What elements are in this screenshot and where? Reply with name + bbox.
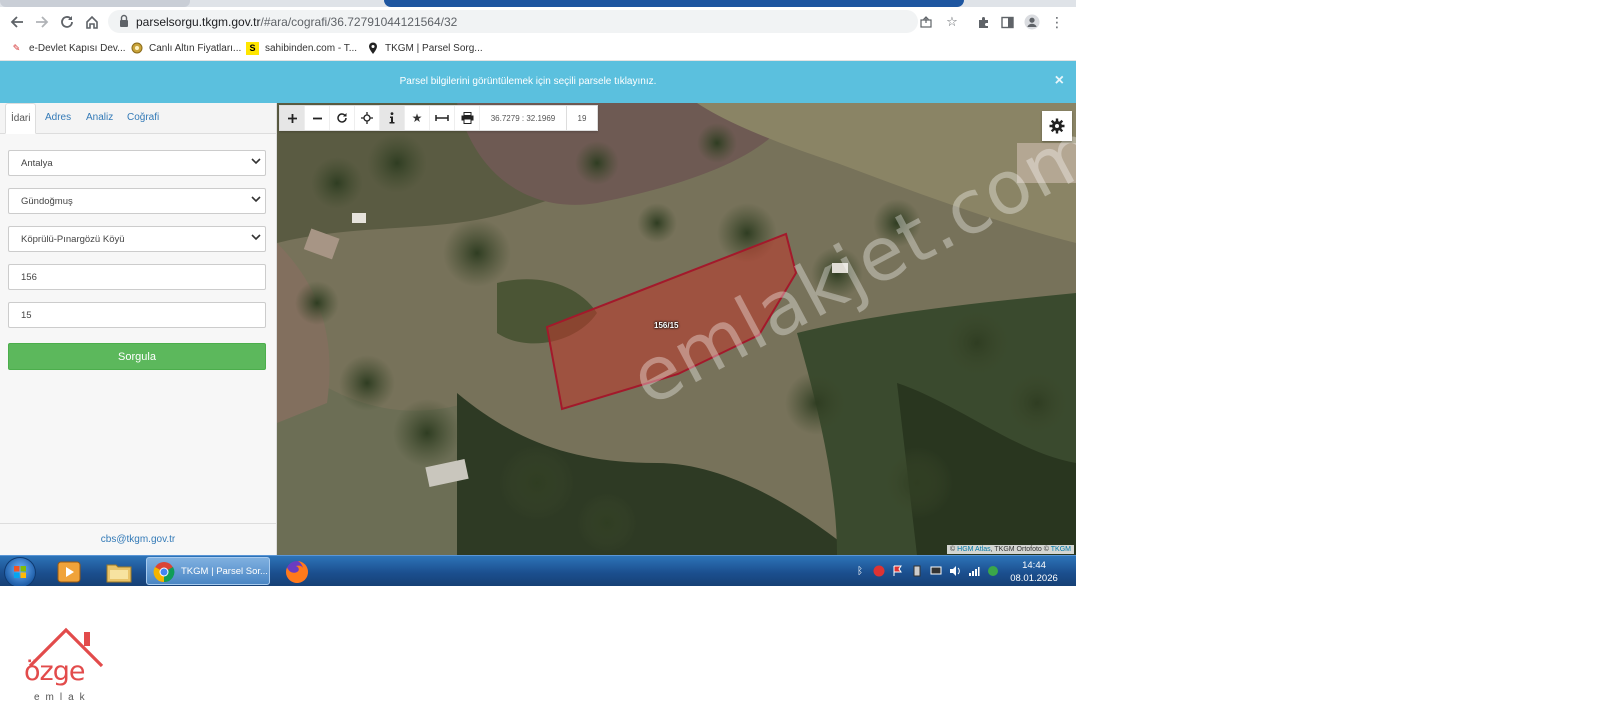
url-path: /#ara/cografi/36.72791044121564/32: [260, 15, 458, 29]
parcel-number-input[interactable]: 15: [8, 302, 266, 328]
panel-footer: cbs@tkgm.gov.tr: [0, 523, 276, 556]
zoom-out-icon[interactable]: [305, 106, 330, 130]
info-banner: Parsel bilgilerini görüntülemek için seç…: [0, 61, 1076, 103]
home-icon[interactable]: [83, 13, 101, 31]
chrome-icon: [153, 562, 175, 583]
block-number-input[interactable]: 156: [8, 264, 266, 290]
menu-kebab-icon[interactable]: ⋮: [1048, 13, 1066, 31]
system-tray: ᛒ: [852, 563, 1001, 579]
taskbar-chrome-task[interactable]: TKGM | Parsel Sor...: [146, 557, 270, 585]
attribution-tkgm-link[interactable]: TKGM: [1051, 546, 1071, 553]
system-clock[interactable]: 14:44 08.01.2026: [1004, 559, 1064, 585]
usb-device-icon[interactable]: [909, 563, 925, 579]
address-bar[interactable]: parselsorgu.tkgm.gov.tr/#ara/cografi/36.…: [108, 10, 958, 33]
attribution-mid: , TKGM Ortofoto ©: [990, 546, 1049, 553]
browser-tab-active[interactable]: [384, 0, 964, 7]
map-attribution: © HGM Atlas, TKGM Ortofoto © TKGM: [947, 545, 1074, 554]
province-value: Antalya: [21, 158, 53, 169]
attribution-prefix: ©: [950, 546, 956, 553]
map-view[interactable]: 156/15 emlakjet.com ★ 36.7279: 32.1969 …: [277, 103, 1076, 555]
taskbar-task-label: TKGM | Parsel Sor...: [181, 566, 268, 577]
tab-strip: [0, 0, 1076, 7]
info-banner-message: Parsel bilgilerini görüntülemek için seç…: [399, 76, 657, 87]
contact-email-link[interactable]: cbs@tkgm.gov.tr: [0, 534, 276, 545]
logo-subtitle: emlak: [34, 692, 91, 703]
coordinate-readout: 36.7279 : 32.1969: [480, 106, 567, 130]
extensions-icon[interactable]: [974, 13, 992, 31]
url-host: parselsorgu.tkgm.gov.tr: [136, 15, 261, 29]
windows-taskbar: TKGM | Parsel Sor... ᛒ 14:44 08.01.2026: [0, 555, 1076, 586]
query-button[interactable]: Sorgula: [8, 343, 266, 370]
reload-icon[interactable]: [58, 13, 76, 31]
bookmark-label: sahibinden.com - T...: [265, 42, 358, 54]
neighborhood-value: Köprülü-Pınargözü Köyü: [21, 234, 125, 245]
neighborhood-select[interactable]: Köprülü-Pınargözü Köyü: [8, 226, 266, 252]
gold-coin-icon: [130, 42, 143, 55]
zoom-level: 19: [577, 113, 587, 123]
bookmark-tkgm[interactable]: TKGM | Parsel Sorg...: [366, 40, 483, 56]
query-tabs: İdari Adres Analiz Coğrafi: [0, 103, 276, 134]
query-panel: İdari Adres Analiz Coğrafi Antalya Gündo…: [0, 103, 277, 556]
tab-adres[interactable]: Adres: [40, 103, 76, 132]
province-select[interactable]: Antalya: [8, 150, 266, 176]
bookmark-label: e-Devlet Kapısı Dev...: [29, 42, 126, 54]
block-number-value: 156: [21, 272, 37, 283]
network-globe-icon[interactable]: [985, 563, 1001, 579]
crosshair-icon[interactable]: [355, 106, 380, 130]
bookmark-label: TKGM | Parsel Sorg...: [385, 42, 483, 54]
side-panel-icon[interactable]: [998, 13, 1016, 31]
security-icon[interactable]: [871, 563, 887, 579]
chevron-down-icon: [251, 158, 261, 165]
firefox-icon[interactable]: [278, 558, 316, 585]
forward-arrow-icon[interactable]: [33, 13, 51, 31]
browser-tab-inactive[interactable]: [0, 0, 190, 7]
browser-toolbar: parselsorgu.tkgm.gov.tr/#ara/cografi/36.…: [0, 7, 1076, 36]
clock-time: 14:44: [1022, 560, 1046, 571]
bookmark-label: Canlı Altın Fiyatları...: [149, 42, 242, 54]
signal-icon[interactable]: [966, 563, 982, 579]
clock-date: 08.01.2026: [1010, 573, 1058, 584]
measure-line-icon[interactable]: [430, 106, 455, 130]
chevron-down-icon: [251, 234, 261, 241]
bookmark-edevlet[interactable]: ✎ e-Devlet Kapısı Dev...: [10, 40, 126, 56]
tab-cografi[interactable]: Coğrafi: [122, 103, 164, 132]
attribution-hgm-link[interactable]: HGM Atlas: [957, 546, 990, 553]
chevron-down-icon: [251, 196, 261, 203]
screen: parselsorgu.tkgm.gov.tr/#ara/cografi/36.…: [0, 0, 1076, 586]
district-value: Gündoğmuş: [21, 196, 73, 207]
refresh-icon[interactable]: [330, 106, 355, 130]
back-arrow-icon[interactable]: [8, 13, 26, 31]
file-explorer-icon[interactable]: [100, 558, 138, 585]
parcel-number-value: 15: [21, 310, 32, 321]
map-toolbar: ★ 36.7279 : 32.1969 19: [279, 105, 598, 131]
info-icon[interactable]: [380, 106, 405, 130]
print-icon[interactable]: [455, 106, 480, 130]
media-player-icon[interactable]: [50, 558, 88, 585]
star-icon[interactable]: ★: [405, 106, 430, 130]
tab-idari[interactable]: İdari: [5, 103, 37, 134]
bookmark-altin[interactable]: Canlı Altın Fiyatları...: [130, 40, 241, 56]
ozge-emlak-logo: özge emlak: [20, 626, 110, 706]
logo-name: özge: [24, 656, 85, 687]
bluetooth-icon[interactable]: ᛒ: [852, 563, 868, 579]
lock-icon: [120, 14, 128, 27]
action-center-flag-icon[interactable]: [890, 563, 906, 579]
star-icon[interactable]: ☆: [944, 14, 960, 30]
edevlet-icon: ✎: [12, 42, 21, 53]
share-icon[interactable]: [918, 14, 934, 30]
map-pin-icon: [366, 42, 379, 55]
sahibinden-s-icon: S: [246, 41, 259, 55]
zoom-in-icon[interactable]: [280, 106, 305, 130]
start-button-icon[interactable]: [4, 557, 36, 586]
bookmarks-bar: ✎ e-Devlet Kapısı Dev... Canlı Altın Fiya…: [0, 36, 1076, 61]
display-icon[interactable]: [928, 563, 944, 579]
district-select[interactable]: Gündoğmuş: [8, 188, 266, 214]
tab-analiz[interactable]: Analiz: [81, 103, 118, 132]
bookmark-sahibinden[interactable]: Ssahibinden.com - T...: [246, 40, 357, 56]
gear-icon[interactable]: [1042, 111, 1072, 141]
url-text: parselsorgu.tkgm.gov.tr/#ara/cografi/36.…: [136, 15, 457, 29]
profile-avatar-icon[interactable]: [1023, 13, 1041, 31]
volume-icon[interactable]: [947, 563, 963, 579]
close-icon[interactable]: ×: [1055, 72, 1064, 90]
